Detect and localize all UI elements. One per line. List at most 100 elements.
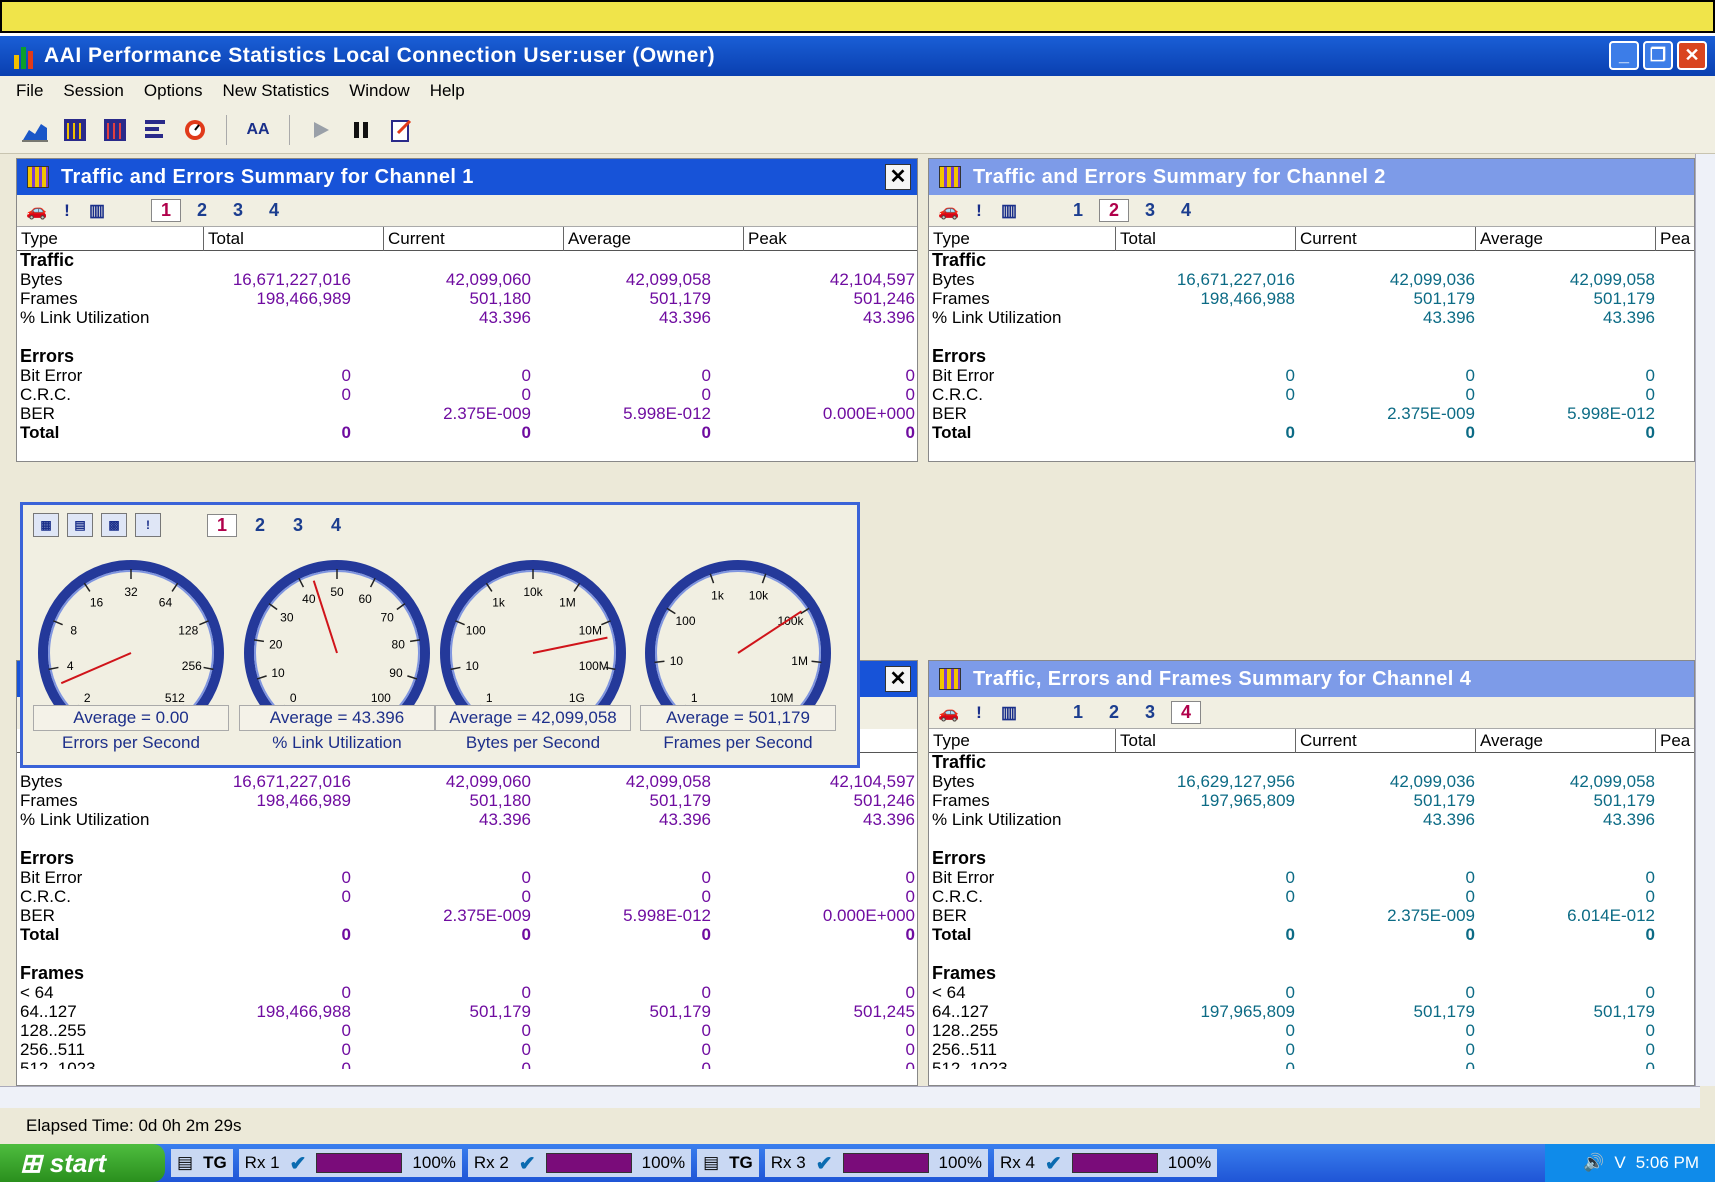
frames-book-icon[interactable]: ▥ <box>997 702 1021 724</box>
taskbar-rx-3[interactable]: Rx 3 ✔ 100% <box>764 1149 988 1177</box>
col-average[interactable]: Average <box>1475 729 1655 753</box>
start-button[interactable]: ⊞ start <box>0 1144 165 1182</box>
pause-icon[interactable] <box>346 115 376 145</box>
traffic-car-icon[interactable]: 🚗 <box>937 702 961 724</box>
col-average[interactable]: Average <box>563 227 743 251</box>
errors-gauge-icon[interactable]: ▦ <box>33 513 59 537</box>
section-label: Errors <box>20 848 75 868</box>
tab-channel-2[interactable]: 2 <box>245 515 275 536</box>
taskbar-rx-2[interactable]: Rx 2 ✔ 100% <box>467 1149 692 1177</box>
tab-channel-3[interactable]: 3 <box>283 515 313 536</box>
font-size-button[interactable]: AA <box>243 115 273 145</box>
antivirus-icon[interactable]: V <box>1614 1153 1625 1173</box>
col-type[interactable]: Type <box>17 227 203 251</box>
bytes-gauge-icon[interactable]: ▩ <box>101 513 127 537</box>
col-total[interactable]: Total <box>203 227 383 251</box>
row-bit-error: Bit Error 0 0 0 0 <box>17 868 917 887</box>
summary-table-icon[interactable] <box>60 115 90 145</box>
progress-percent: 100% <box>1167 1153 1212 1172</box>
tab-channel-2[interactable]: 2 <box>187 200 217 221</box>
cell-average: 43.396 <box>1603 308 1655 327</box>
col-average[interactable]: Average <box>1475 227 1655 251</box>
gauge-arc <box>645 560 831 719</box>
cell-peak: 0 <box>905 1021 915 1040</box>
col-current[interactable]: Current <box>1295 227 1475 251</box>
col-current[interactable]: Current <box>383 227 563 251</box>
col-total[interactable]: Total <box>1115 227 1295 251</box>
col-total[interactable]: Total <box>1115 729 1295 753</box>
traffic-car-icon[interactable]: 🚗 <box>937 200 961 222</box>
tab-channel-1[interactable]: 1 <box>207 513 237 537</box>
play-icon[interactable] <box>306 115 336 145</box>
cell-total: 16,671,227,016 <box>232 772 351 791</box>
gauge-tick-label: 100 <box>675 614 695 628</box>
row-crc: C.R.C. 0 0 0 0 <box>17 887 917 906</box>
menu-new-statistics[interactable]: New Statistics <box>222 81 329 101</box>
cell-average: 5.998E-012 <box>1567 404 1655 423</box>
taskbar-rx-4[interactable]: Rx 4 ✔ 100% <box>994 1149 1218 1177</box>
frames-book-icon[interactable]: ▥ <box>997 200 1021 222</box>
close-window-button[interactable]: ✕ <box>1677 41 1707 70</box>
column-header-row: Type Total Current Average Pea <box>929 227 1694 251</box>
tab-channel-2[interactable]: 2 <box>1099 199 1129 222</box>
tab-channel-1[interactable]: 1 <box>1063 200 1093 221</box>
taskbar-tg-2[interactable]: ▤ TG <box>697 1149 759 1177</box>
col-peak[interactable]: Peak <box>743 227 919 251</box>
errors-table-icon[interactable] <box>100 115 130 145</box>
col-current[interactable]: Current <box>1295 729 1475 753</box>
tab-channel-3[interactable]: 3 <box>1135 200 1165 221</box>
menu-session[interactable]: Session <box>63 81 123 101</box>
cell-average: 0 <box>701 1021 711 1040</box>
row-label: C.R.C. <box>20 385 71 404</box>
cell-peak: 0 <box>905 423 915 442</box>
menu-window[interactable]: Window <box>349 81 409 101</box>
menu-file[interactable]: File <box>16 81 43 101</box>
tab-channel-2[interactable]: 2 <box>1099 702 1129 723</box>
export-icon[interactable] <box>386 115 416 145</box>
tab-channel-4[interactable]: 4 <box>1171 701 1201 724</box>
frames-book-icon[interactable]: ▥ <box>85 200 109 222</box>
tab-channel-3[interactable]: 3 <box>1135 702 1165 723</box>
menu-options[interactable]: Options <box>144 81 203 101</box>
gauge-view-icon[interactable] <box>180 115 210 145</box>
errors-exclaim-icon[interactable]: ! <box>967 200 991 222</box>
cell-current: 501,179 <box>1413 791 1475 810</box>
row-total: Total 0 0 0 <box>929 423 1694 442</box>
frames-gauge-icon[interactable]: ! <box>135 513 161 537</box>
area-chart-icon[interactable] <box>20 115 50 145</box>
row-label: Bit Error <box>20 868 83 887</box>
tab-channel-1[interactable]: 1 <box>151 199 181 222</box>
row-64-127: 64..127 197,965,809 501,179 501,179 <box>929 1002 1694 1021</box>
cell-average: 501,179 <box>1593 791 1655 810</box>
menu-help[interactable]: Help <box>430 81 465 101</box>
close-panel-button[interactable]: ✕ <box>885 164 911 190</box>
taskbar-rx-1[interactable]: Rx 1 ✔ 100% <box>238 1149 462 1177</box>
col-peak[interactable]: Pea <box>1655 729 1696 753</box>
col-type[interactable]: Type <box>929 729 1115 753</box>
utilization-gauge-icon[interactable]: ▤ <box>67 513 93 537</box>
vertical-scrollbar[interactable] <box>1695 154 1715 1086</box>
col-peak[interactable]: Pea <box>1655 227 1696 251</box>
taskbar-tg-1[interactable]: ▤ TG <box>171 1149 233 1177</box>
errors-exclaim-icon[interactable]: ! <box>967 702 991 724</box>
volume-icon[interactable]: 🔊 <box>1583 1153 1604 1173</box>
tab-channel-4[interactable]: 4 <box>259 200 289 221</box>
list-view-icon[interactable] <box>140 115 170 145</box>
channel-2-summary-panel: Traffic and Errors Summary for Channel 2… <box>928 158 1695 462</box>
errors-exclaim-icon[interactable]: ! <box>55 200 79 222</box>
row-lt-64: < 64 0 0 0 <box>929 983 1694 1002</box>
stats-table: Traffic Bytes 16,671,227,016 42,099,036 42,… <box>929 251 1694 443</box>
close-panel-button[interactable]: ✕ <box>885 666 911 692</box>
cell-average: 0 <box>1645 1021 1655 1040</box>
horizontal-scrollbar[interactable] <box>0 1086 1700 1108</box>
traffic-car-icon[interactable]: 🚗 <box>25 200 49 222</box>
tab-channel-4[interactable]: 4 <box>321 515 351 536</box>
col-type[interactable]: Type <box>929 227 1115 251</box>
restore-button[interactable]: ❐ <box>1643 41 1673 70</box>
cell-peak: 42,104,597 <box>829 270 915 289</box>
cell-total: 0 <box>341 925 351 944</box>
tab-channel-3[interactable]: 3 <box>223 200 253 221</box>
tab-channel-4[interactable]: 4 <box>1171 200 1201 221</box>
tab-channel-1[interactable]: 1 <box>1063 702 1093 723</box>
minimize-button[interactable]: _ <box>1609 41 1639 70</box>
